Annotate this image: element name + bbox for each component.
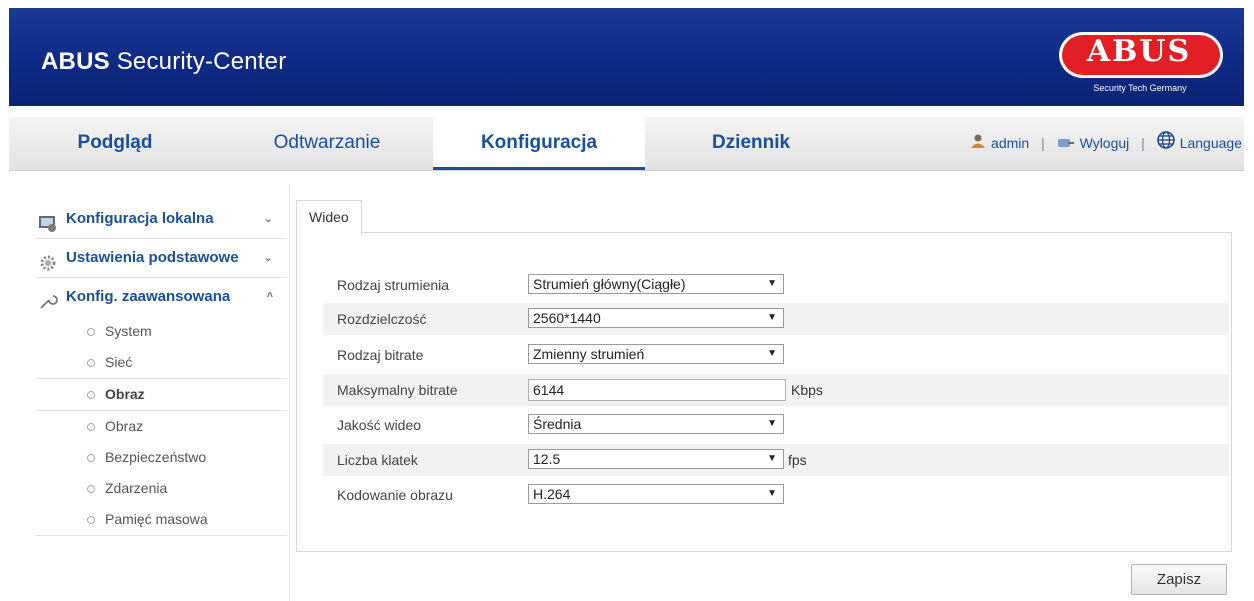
video-encoding-select[interactable]: H.264 ▼ <box>528 484 784 504</box>
field-label: Rodzaj strumienia <box>337 277 450 293</box>
select-value: Strumień główny(Ciągłe) <box>533 276 686 292</box>
separator: | <box>1141 135 1145 151</box>
sidebar-item-label: Pamięć masowa <box>105 511 208 527</box>
video-quality-select[interactable]: Średnia ▼ <box>528 414 784 434</box>
language-link[interactable]: Language <box>1180 135 1242 151</box>
bullet-icon <box>87 423 95 431</box>
logout-icon[interactable] <box>1057 118 1075 171</box>
bullet-icon <box>87 516 95 524</box>
sidebar-item-label: Sieć <box>105 354 133 370</box>
logo-text: ABUS <box>1086 34 1192 69</box>
field-label: Rozdzielczość <box>337 311 427 327</box>
sidebar-item-obraz-active[interactable]: Obraz <box>35 378 287 411</box>
main-nav: Podgląd Odtwarzanie Konfiguracja Dzienni… <box>9 117 1244 171</box>
sidebar-item-system[interactable]: System <box>35 316 287 347</box>
chevron-down-icon: ⌄ <box>263 252 273 264</box>
select-value: H.264 <box>533 486 571 502</box>
sidebar-section-advanced[interactable]: Konfig. zaawansowana ^ <box>35 278 287 316</box>
field-label: Rodzaj bitrate <box>337 347 424 363</box>
field-label: Maksymalny bitrate <box>337 382 458 398</box>
sidebar-item-label: Zdarzenia <box>105 480 168 496</box>
bullet-icon <box>87 328 95 336</box>
sidebar-section-label: Ustawienia podstawowe <box>66 249 239 266</box>
user-name[interactable]: admin <box>991 135 1029 151</box>
sidebar-item-zdarzenia[interactable]: Zdarzenia <box>35 473 287 504</box>
app-title-rest: Security-Center <box>116 48 287 75</box>
sidebar-item-label: Bezpieczeństwo <box>105 449 207 465</box>
tab-label: Odtwarzanie <box>273 132 381 153</box>
frame-rate-select[interactable]: 12.5 ▼ <box>528 449 784 469</box>
app-title-brand: ABUS <box>41 48 110 75</box>
user-icon <box>970 118 986 171</box>
bullet-icon <box>87 359 95 367</box>
row-stream-type: Rodzaj strumienia Strumień główny(Ciągłe… <box>323 269 1229 301</box>
row-bitrate-type: Rodzaj bitrate Zmienny strumień ▼ <box>323 339 1229 371</box>
sidebar-item-label: System <box>105 323 152 339</box>
bullet-icon <box>87 391 95 399</box>
field-label: Jakość wideo <box>337 417 422 433</box>
user-area: admin | Wyloguj | Language <box>970 117 1242 170</box>
dropdown-arrow-icon: ▼ <box>767 278 777 289</box>
video-settings-panel: Rodzaj strumienia Strumień główny(Ciągłe… <box>296 232 1232 552</box>
tab-konfiguracja[interactable]: Konfiguracja <box>433 117 645 170</box>
field-label: Liczba klatek <box>337 452 418 468</box>
globe-icon[interactable] <box>1156 118 1175 171</box>
tab-label: Podgląd <box>77 132 153 153</box>
sidebar-item-bezpieczenstwo[interactable]: Bezpieczeństwo <box>35 442 287 473</box>
chevron-down-icon: ⌄ <box>263 213 273 225</box>
sidebar-item-obraz[interactable]: Obraz <box>35 411 287 442</box>
select-value: 2560*1440 <box>533 310 601 326</box>
save-button[interactable]: Zapisz <box>1131 564 1227 595</box>
dropdown-arrow-icon: ▼ <box>767 348 777 359</box>
sidebar-item-pamiec-masowa[interactable]: Pamięć masowa <box>35 504 287 536</box>
app-title: ABUS Security-Center <box>41 48 286 76</box>
field-label: Kodowanie obrazu <box>337 487 453 503</box>
select-value: Zmienny strumień <box>533 346 645 362</box>
max-bitrate-input[interactable]: 6144 <box>528 379 786 401</box>
sidebar-section-label: Konfiguracja lokalna <box>66 210 214 227</box>
logo-tagline: Security Tech Germany <box>1093 83 1187 93</box>
dropdown-arrow-icon: ▼ <box>767 488 777 499</box>
row-frame-rate: Liczba klatek 12.5 ▼ fps <box>323 444 1229 476</box>
row-video-encoding: Kodowanie obrazu H.264 ▼ <box>323 479 1229 511</box>
logout-link[interactable]: Wyloguj <box>1080 135 1130 151</box>
sidebar: Konfiguracja lokalna ⌄ Ustawienia podsta… <box>35 200 287 536</box>
tab-dziennik[interactable]: Dziennik <box>645 117 857 170</box>
sidebar-section-basic-settings[interactable]: Ustawienia podstawowe ⌄ <box>35 239 287 278</box>
tab-podglad[interactable]: Podgląd <box>9 117 221 170</box>
bullet-icon <box>87 454 95 462</box>
select-value: 12.5 <box>533 451 561 467</box>
tab-label: Konfiguracja <box>480 132 598 153</box>
select-value: Średnia <box>533 416 582 432</box>
stream-type-select[interactable]: Strumień główny(Ciągłe) ▼ <box>528 274 784 294</box>
unit-label: Kbps <box>791 382 823 398</box>
sidebar-section-label: Konfig. zaawansowana <box>66 288 231 305</box>
dropdown-arrow-icon: ▼ <box>767 418 777 429</box>
sidebar-item-label: Obraz <box>105 418 144 434</box>
sidebar-divider <box>289 185 290 601</box>
app-header: ABUS Security-Center ABUS Security Tech … <box>9 8 1244 106</box>
row-max-bitrate: Maksymalny bitrate 6144 Kbps <box>323 374 1229 406</box>
abus-logo: ABUS Security Tech Germany <box>1057 28 1227 104</box>
sidebar-item-label: Obraz <box>105 386 145 402</box>
sidebar-item-siec[interactable]: Sieć <box>35 347 287 378</box>
bullet-icon <box>87 485 95 493</box>
tab-label: Dziennik <box>711 132 791 153</box>
dropdown-arrow-icon: ▼ <box>767 312 777 323</box>
bitrate-type-select[interactable]: Zmienny strumień ▼ <box>528 344 784 364</box>
tab-wideo[interactable]: Wideo <box>296 200 362 234</box>
dropdown-arrow-icon: ▼ <box>767 453 777 464</box>
resolution-select[interactable]: 2560*1440 ▼ <box>528 308 784 328</box>
row-resolution: Rozdzielczość 2560*1440 ▼ <box>323 303 1229 335</box>
chevron-up-icon: ^ <box>266 291 273 303</box>
row-video-quality: Jakość wideo Średnia ▼ <box>323 409 1229 441</box>
sidebar-section-local-config[interactable]: Konfiguracja lokalna ⌄ <box>35 200 287 239</box>
separator: | <box>1041 135 1045 151</box>
tab-odtwarzanie[interactable]: Odtwarzanie <box>221 117 433 170</box>
unit-label: fps <box>788 452 807 468</box>
